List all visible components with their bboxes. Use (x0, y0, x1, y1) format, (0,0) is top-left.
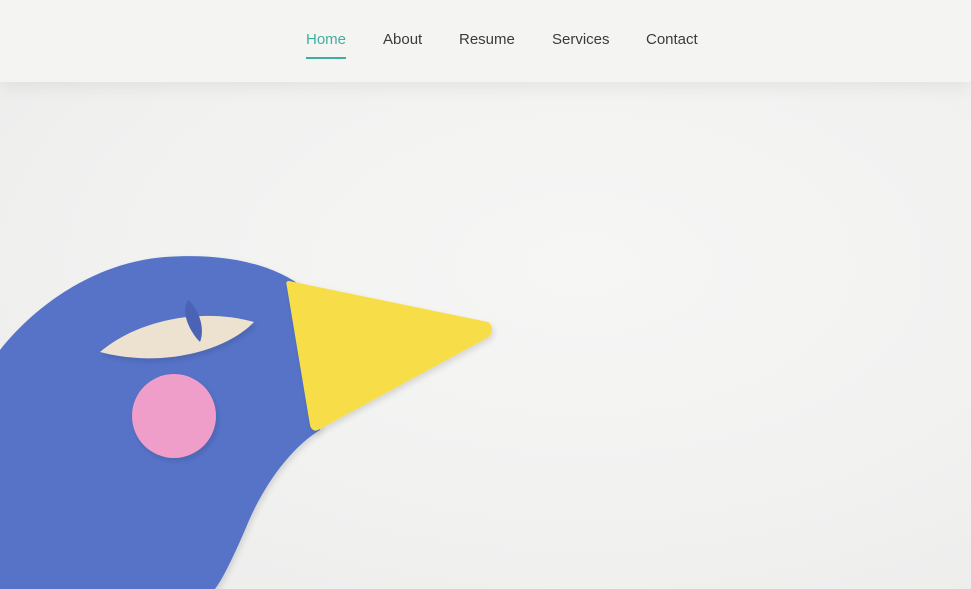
bird-cheek (132, 374, 216, 458)
nav-menu: Home About Resume Services Contact (0, 0, 971, 82)
nav-item-services[interactable]: Services (552, 30, 610, 50)
nav-item-label: Resume (459, 31, 515, 48)
top-navbar: Home About Resume Services Contact (0, 0, 971, 82)
page: Home About Resume Services Contact (0, 0, 971, 589)
nav-item-label: Home (306, 31, 347, 48)
nav-item-home[interactable]: Home (306, 30, 347, 59)
nav-item-label: About (383, 31, 423, 48)
nav-item-resume[interactable]: Resume (459, 30, 515, 50)
nav-item-label: Services (552, 31, 610, 48)
paper-bird-icon (0, 256, 493, 589)
active-indicator (306, 57, 347, 59)
nav-item-about[interactable]: About (383, 30, 422, 50)
hero-section (0, 0, 971, 589)
nav-item-contact[interactable]: Contact (646, 30, 698, 50)
nav-item-label: Contact (646, 31, 698, 48)
bird-beak (286, 281, 493, 431)
